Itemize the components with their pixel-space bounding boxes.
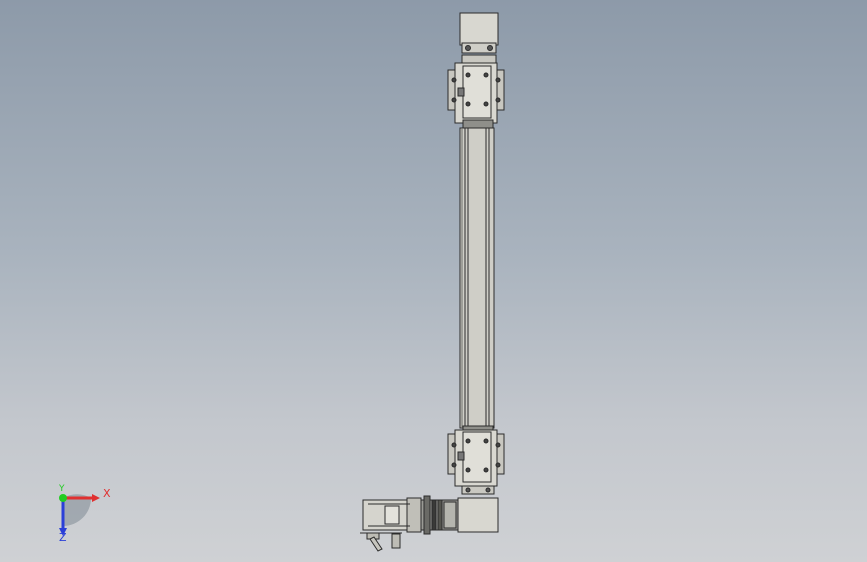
graphics-viewport[interactable]: X Y Z (0, 0, 867, 562)
orientation-triad (59, 494, 100, 536)
x-axis-arrowhead (92, 494, 100, 502)
x-axis-label: X (103, 487, 111, 500)
y-axis-label: Y (59, 484, 65, 494)
z-axis-label: Z (59, 531, 67, 544)
y-axis-marker (59, 494, 67, 502)
